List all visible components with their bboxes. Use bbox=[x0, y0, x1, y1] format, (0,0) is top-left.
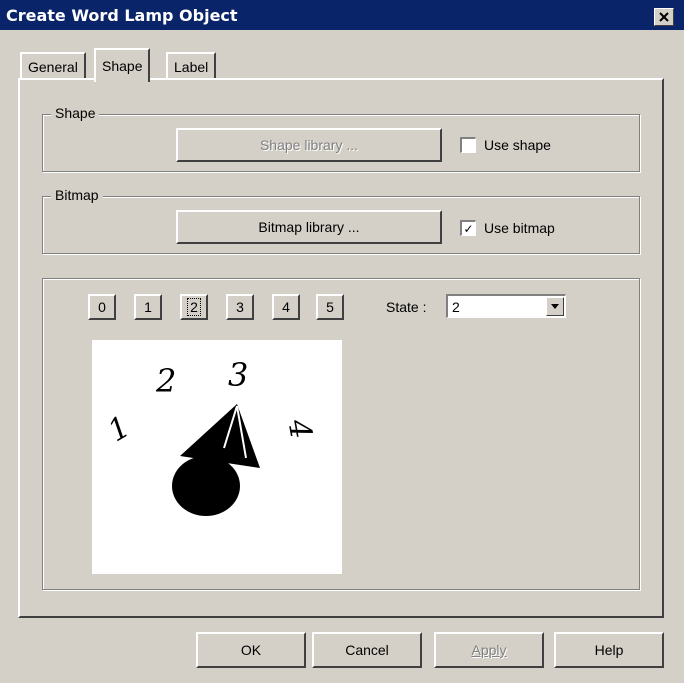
state-button-4-label: 4 bbox=[282, 299, 290, 315]
use-shape-label: Use shape bbox=[484, 137, 551, 153]
ok-button[interactable]: OK bbox=[196, 632, 306, 668]
shape-library-button[interactable]: Shape library ... bbox=[176, 128, 442, 162]
preview-digit-4: 4 bbox=[280, 416, 318, 442]
state-button-0-label: 0 bbox=[98, 299, 106, 315]
tab-shape[interactable]: Shape bbox=[94, 48, 151, 82]
use-bitmap-box[interactable]: ✓ bbox=[460, 220, 476, 236]
preview-digit-2: 2 bbox=[155, 362, 176, 400]
cancel-label: Cancel bbox=[345, 642, 389, 658]
state-label: State : bbox=[386, 299, 427, 315]
state-button-5[interactable]: 5 bbox=[316, 294, 344, 320]
bitmap-group-label: Bitmap bbox=[51, 187, 103, 203]
preview-digit-3: 3 bbox=[228, 356, 248, 394]
knob-body bbox=[172, 456, 240, 516]
bitmap-library-button[interactable]: Bitmap library ... bbox=[176, 210, 442, 244]
knob-image: 1 2 3 4 bbox=[102, 356, 318, 516]
dropdown-arrow-icon[interactable] bbox=[546, 297, 564, 316]
state-button-5-label: 5 bbox=[326, 299, 334, 315]
use-shape-box[interactable] bbox=[460, 137, 476, 153]
state-button-2[interactable]: 2 bbox=[180, 294, 208, 320]
apply-label: Apply bbox=[471, 642, 507, 658]
shape-group-label: Shape bbox=[51, 105, 100, 121]
tab-label[interactable]: Label bbox=[166, 52, 217, 80]
tab-label-label: Label bbox=[174, 59, 209, 75]
bitmap-library-label: Bitmap library ... bbox=[258, 219, 360, 235]
state-button-0[interactable]: 0 bbox=[88, 294, 116, 320]
state-button-1-label: 1 bbox=[144, 299, 152, 315]
help-button[interactable]: Help bbox=[554, 632, 664, 668]
use-shape-checkbox[interactable]: Use shape bbox=[460, 137, 551, 153]
state-select-value: 2 bbox=[452, 299, 460, 315]
window-title: Create Word Lamp Object bbox=[6, 6, 238, 25]
title-bar: Create Word Lamp Object bbox=[0, 0, 684, 30]
use-bitmap-checkbox[interactable]: ✓ Use bitmap bbox=[460, 220, 555, 236]
knob-pointer bbox=[180, 404, 260, 468]
state-button-1[interactable]: 1 bbox=[134, 294, 162, 320]
preview-digit-1: 1 bbox=[102, 409, 136, 449]
close-button[interactable] bbox=[654, 8, 674, 26]
tab-shape-label: Shape bbox=[102, 58, 143, 74]
ok-label: OK bbox=[240, 642, 262, 658]
tab-general[interactable]: General bbox=[20, 52, 86, 80]
close-icon bbox=[659, 12, 669, 22]
help-label: Help bbox=[594, 642, 624, 658]
state-button-4[interactable]: 4 bbox=[272, 294, 300, 320]
state-select[interactable]: 2 bbox=[446, 294, 566, 318]
bitmap-preview: 1 2 3 4 bbox=[92, 340, 342, 574]
use-bitmap-label: Use bitmap bbox=[484, 220, 555, 236]
shape-library-label: Shape library ... bbox=[259, 137, 359, 153]
state-button-3[interactable]: 3 bbox=[226, 294, 254, 320]
tab-general-label: General bbox=[28, 59, 78, 75]
apply-button[interactable]: Apply bbox=[434, 632, 544, 668]
cancel-button[interactable]: Cancel bbox=[312, 632, 422, 668]
state-button-2-label: 2 bbox=[187, 298, 201, 316]
state-button-3-label: 3 bbox=[236, 299, 244, 315]
